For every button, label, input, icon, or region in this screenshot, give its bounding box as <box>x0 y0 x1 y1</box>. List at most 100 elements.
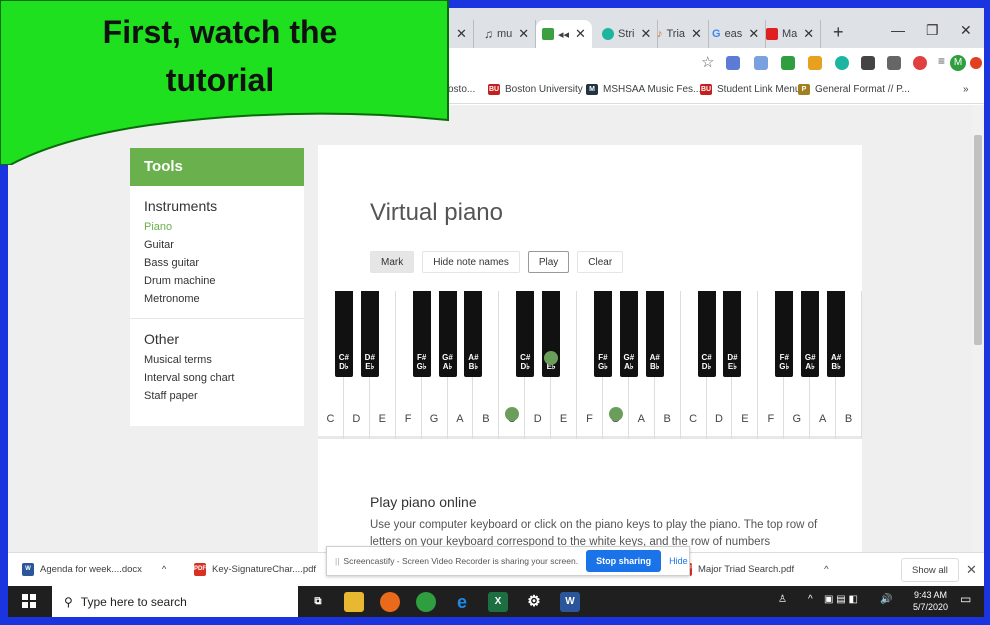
hide-button[interactable]: Hide <box>669 556 688 566</box>
note-icon: ♪ <box>657 28 663 40</box>
sidebar-item-drum-machine[interactable]: Drum machine <box>144 272 290 290</box>
extension-icon[interactable] <box>781 56 795 70</box>
show-all-button[interactable]: Show all <box>901 558 959 582</box>
tab-youtube[interactable]: Ma ✕ <box>760 20 822 48</box>
windows-start-icon[interactable] <box>22 594 36 608</box>
firefox-icon[interactable] <box>380 592 400 612</box>
black-key[interactable]: G# A♭ <box>619 291 638 377</box>
bookmark-item[interactable]: P General Format // P... <box>798 84 910 95</box>
extension-icon[interactable] <box>754 56 768 70</box>
stop-sharing-button[interactable]: Stop sharing <box>586 550 662 572</box>
notifications-icon[interactable]: ▭ <box>960 592 971 606</box>
people-icon[interactable]: ♙ <box>778 594 787 605</box>
chevron-up-icon[interactable]: ^ <box>162 564 166 575</box>
tab-triad[interactable]: ♪ Tria ✕ <box>651 20 709 48</box>
bookmark-item[interactable]: BU Student Link Menu <box>700 84 800 95</box>
close-icon[interactable]: ✕ <box>575 26 586 42</box>
black-key-label: A# B♭ <box>649 353 660 371</box>
extension-icon[interactable] <box>835 56 849 70</box>
file-explorer-icon[interactable] <box>344 592 364 612</box>
chevron-up-icon[interactable]: ^ <box>824 564 828 575</box>
tab-label: mu <box>497 28 513 40</box>
chrome-icon[interactable] <box>416 592 436 612</box>
black-key[interactable]: C# D♭ <box>516 291 535 377</box>
play-button[interactable]: Play <box>527 251 570 273</box>
bookmark-star-icon[interactable]: ☆ <box>701 53 714 71</box>
black-key[interactable]: D#E♭ <box>360 291 379 377</box>
black-key[interactable]: F# G♭ <box>775 291 794 377</box>
white-key-label: G <box>792 413 801 425</box>
sidebar-item-interval-song-chart[interactable]: Interval song chart <box>144 369 290 387</box>
tray-icons[interactable]: ▣ ▤ ◧ <box>824 594 858 605</box>
excel-icon[interactable]: X <box>488 592 508 612</box>
black-key[interactable]: A# B♭ <box>464 291 483 377</box>
tab-strings[interactable]: Stri ✕ <box>596 20 659 48</box>
volume-icon[interactable]: 🔊 <box>880 594 892 605</box>
sidebar-item-bass-guitar[interactable]: Bass guitar <box>144 254 290 272</box>
extension-icon[interactable] <box>887 56 901 70</box>
music-icon: ♫ <box>484 27 493 41</box>
tab-active[interactable]: ◂◂ ✕ <box>536 20 592 48</box>
black-key[interactable]: C# D♭ <box>697 291 716 377</box>
sidebar-item-guitar[interactable]: Guitar <box>144 236 290 254</box>
profile-avatar[interactable]: M <box>950 55 966 71</box>
close-icon[interactable]: ✕ <box>641 26 652 42</box>
black-key[interactable]: A# B♭ <box>645 291 664 377</box>
black-key[interactable]: A# B♭ <box>827 291 846 377</box>
window-close-icon[interactable]: ✕ <box>960 22 972 39</box>
black-key-label: F# G♭ <box>416 353 427 371</box>
black-key[interactable]: F# G♭ <box>412 291 431 377</box>
edge-icon[interactable]: e <box>452 592 472 612</box>
close-icon[interactable]: ✕ <box>518 26 529 42</box>
download-item[interactable]: PDF Key-SignatureChar....pdf <box>194 563 316 576</box>
black-key[interactable]: C# D♭ <box>334 291 353 377</box>
scroll-thumb[interactable] <box>974 135 982 345</box>
new-tab-button[interactable]: + <box>833 22 844 43</box>
close-icon[interactable]: ✕ <box>691 26 702 42</box>
extension-icon[interactable] <box>913 56 927 70</box>
bookmarks-overflow-icon[interactable]: » <box>963 84 969 95</box>
hide-note-names-button[interactable]: Hide note names <box>422 251 520 273</box>
tray-overflow-icon[interactable]: ^ <box>808 594 813 605</box>
mark-button[interactable]: Mark <box>370 251 415 273</box>
close-icon[interactable]: ✕ <box>803 26 814 42</box>
taskbar-search-input[interactable]: ⚲ Type here to search <box>52 586 298 617</box>
system-clock[interactable]: 9:43 AM 5/7/2020 <box>913 589 948 613</box>
pdf-file-icon: PDF <box>194 563 206 576</box>
black-key-label: C# D♭ <box>338 353 349 371</box>
extension-icon[interactable] <box>726 56 740 70</box>
white-key-label: E <box>741 413 749 425</box>
tab-google[interactable]: G eas ✕ <box>706 20 767 48</box>
black-key[interactable]: G# A♭ <box>438 291 457 377</box>
favicon <box>542 28 554 40</box>
clear-button[interactable]: Clear <box>577 251 624 273</box>
close-icon[interactable]: ✕ <box>966 562 977 578</box>
tab-label: Ma <box>782 28 798 40</box>
tab-music[interactable]: ♫ mu ✕ <box>478 20 537 48</box>
task-view-icon[interactable]: ⧉ <box>308 592 328 612</box>
minimize-icon[interactable]: — <box>891 22 905 38</box>
settings-gear-icon[interactable]: ⚙ <box>524 592 544 612</box>
black-key[interactable]: D#E♭ <box>723 291 742 377</box>
download-item[interactable]: W Agenda for week....docx ^ <box>22 563 166 576</box>
close-icon[interactable]: ✕ <box>748 26 759 42</box>
page-scrollbar[interactable] <box>972 105 984 552</box>
word-file-icon: W <box>22 563 34 576</box>
word-icon[interactable]: W <box>560 592 580 612</box>
restore-icon[interactable]: ❐ <box>926 22 939 39</box>
sidebar-item-piano[interactable]: Piano <box>144 218 290 236</box>
extension-icon[interactable] <box>808 56 822 70</box>
bookmark-item[interactable]: BU Boston University <box>488 84 583 95</box>
extension-icon[interactable] <box>861 56 875 70</box>
black-key[interactable]: G# A♭ <box>801 291 820 377</box>
sidebar-item-metronome[interactable]: Metronome <box>144 290 290 308</box>
drag-handle-icon[interactable]: || <box>335 556 339 566</box>
black-key[interactable]: F# G♭ <box>593 291 612 377</box>
white-key-label: F <box>767 413 775 425</box>
download-item[interactable]: PDF Major Triad Search.pdf ^ <box>680 563 829 576</box>
extension-icon[interactable] <box>970 57 982 69</box>
white-key-label: B <box>482 413 490 425</box>
sidebar-item-musical-terms[interactable]: Musical terms <box>144 351 290 369</box>
sidebar-item-staff-paper[interactable]: Staff paper <box>144 387 290 405</box>
bookmark-item[interactable]: M MSHSAA Music Fes... <box>586 84 701 95</box>
